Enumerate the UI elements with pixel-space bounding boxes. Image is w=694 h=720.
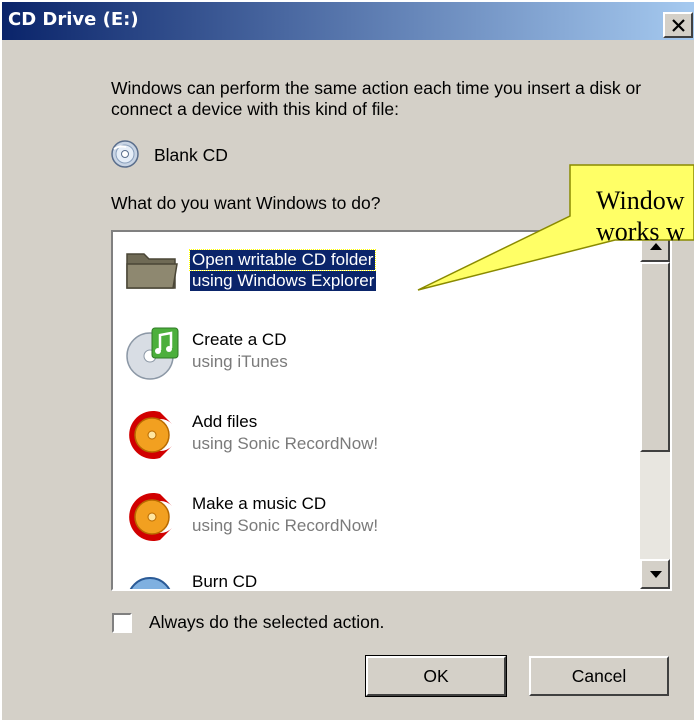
intro-text: Windows can perform the same action each… — [111, 78, 642, 119]
device-label: Blank CD — [154, 145, 228, 165]
list-item-open-folder[interactable]: Open writable CD folder using Windows Ex… — [113, 232, 640, 308]
action-primary-label: Add files — [192, 412, 258, 431]
action-secondary-label: using iTunes — [192, 352, 288, 371]
autoplay-dialog: CD Drive (E:) Windows can perform the sa… — [0, 0, 694, 720]
actions-list: Open writable CD folder using Windows Ex… — [113, 232, 640, 589]
close-icon — [672, 19, 685, 32]
ok-button[interactable]: OK — [365, 655, 507, 697]
list-item-add-files[interactable]: Add files using Sonic RecordNow! — [113, 398, 640, 474]
cancel-button[interactable]: Cancel — [529, 656, 669, 696]
always-do-checkbox-label[interactable]: Always do the selected action. — [149, 612, 384, 633]
action-primary-label: Open writable CD folder — [188, 249, 377, 271]
folder-icon — [126, 253, 178, 289]
sonic-recordnow-icon — [129, 411, 172, 459]
action-primary-label: Burn CD — [192, 572, 258, 589]
itunes-icon — [126, 327, 179, 380]
action-secondary-label: using Sonic RecordNow! — [192, 516, 379, 535]
action-secondary-label: using Windows Explorer — [190, 271, 377, 291]
sonic-recordnow-icon — [129, 493, 172, 541]
actions-listbox[interactable]: Open writable CD folder using Windows Ex… — [111, 230, 672, 591]
always-do-checkbox[interactable] — [112, 613, 132, 633]
list-item-make-music-cd[interactable]: Make a music CD using Sonic RecordNow! — [113, 480, 640, 556]
arrow-down-icon — [650, 571, 662, 578]
blank-cd-icon — [111, 140, 139, 168]
vertical-scrollbar[interactable] — [640, 232, 670, 589]
callout-text: Window works w — [596, 185, 685, 247]
question-text: What do you want Windows to do? — [111, 193, 381, 213]
action-primary-label: Create a CD — [192, 330, 287, 349]
action-secondary-label: using Sonic RecordNow! — [192, 434, 379, 453]
action-primary-label: Make a music CD — [192, 494, 327, 513]
callout-line-1: Window — [596, 186, 685, 215]
list-item-create-cd[interactable]: Create a CD using iTunes — [113, 316, 640, 392]
window-title: CD Drive (E:) — [8, 9, 139, 30]
callout-line-2: works w — [596, 217, 685, 246]
title-bar[interactable]: CD Drive (E:) — [2, 2, 694, 40]
list-item-burn-cd[interactable]: Burn CD — [113, 562, 640, 589]
burn-cd-icon — [129, 577, 171, 589]
close-button[interactable] — [663, 12, 693, 38]
scroll-thumb[interactable] — [640, 262, 670, 452]
scroll-down-button[interactable] — [640, 559, 670, 589]
